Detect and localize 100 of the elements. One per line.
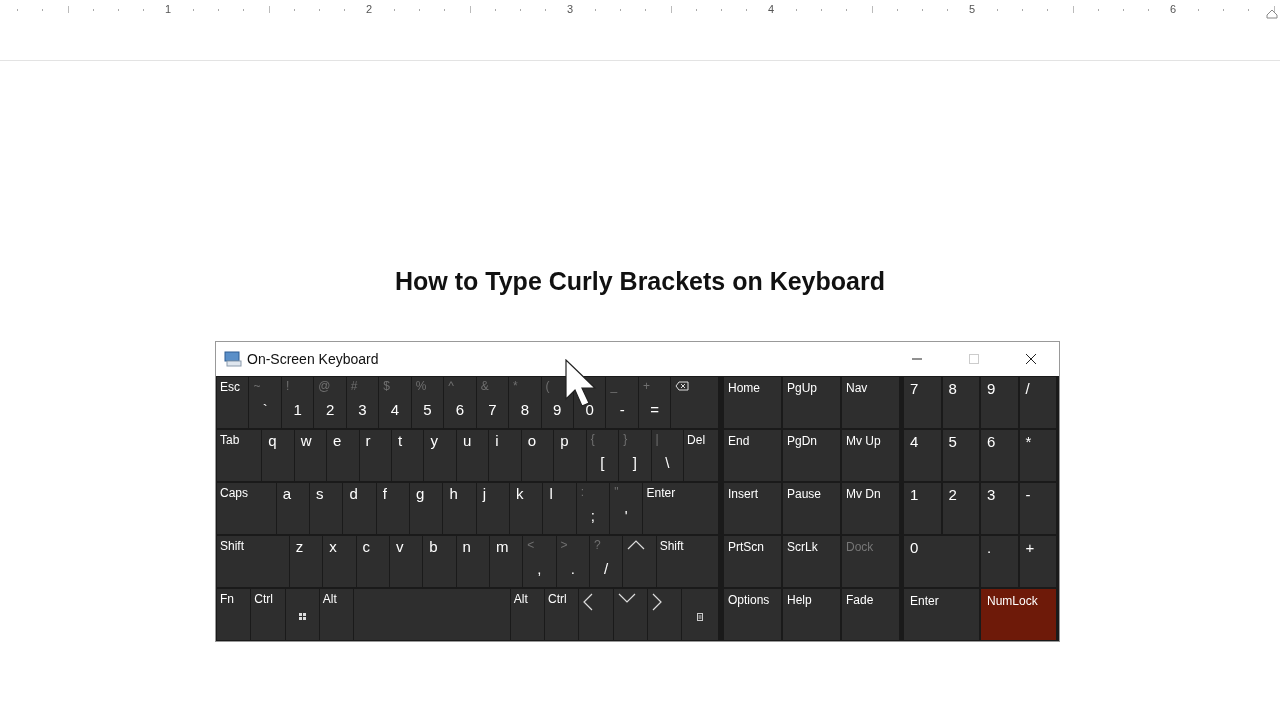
key[interactable]: } ] — [619, 430, 651, 481]
key[interactable]: Help — [783, 589, 840, 640]
key[interactable]: { [ — [586, 430, 619, 481]
key[interactable]: n — [456, 536, 489, 587]
key[interactable]: NumLock — [981, 589, 1056, 640]
key[interactable]: w — [294, 430, 327, 481]
key[interactable]: m — [489, 536, 523, 587]
key[interactable]: # 3 — [346, 377, 379, 428]
key[interactable]: 6 — [981, 430, 1018, 481]
key[interactable]: | \ — [651, 430, 684, 481]
key[interactable]: PgDn — [783, 430, 840, 481]
key[interactable]: " ' — [610, 483, 643, 534]
key[interactable]: / — [1019, 377, 1056, 428]
backspace-icon — [675, 381, 690, 391]
key[interactable]: + = — [638, 377, 671, 428]
key[interactable]: * — [1019, 430, 1056, 481]
key[interactable]: Enter — [643, 483, 718, 534]
key[interactable]: _ - — [606, 377, 638, 428]
ruler-tick — [469, 6, 471, 13]
key[interactable]: z — [289, 536, 323, 587]
key[interactable]: % 5 — [411, 377, 444, 428]
key[interactable]: PrtScn — [724, 536, 781, 587]
key[interactable]: x — [323, 536, 356, 587]
key[interactable]: Shift — [217, 536, 289, 587]
key[interactable]: Fade — [842, 589, 899, 640]
ruler-tick — [268, 6, 270, 13]
key[interactable]: 7 — [904, 377, 941, 428]
key[interactable]: 1 — [904, 483, 941, 534]
key[interactable]: Pause — [783, 483, 840, 534]
chevron-right-icon — [651, 593, 662, 611]
key[interactable]: k — [510, 483, 543, 534]
key[interactable]: r — [359, 430, 391, 481]
indent-marker-icon[interactable] — [1266, 9, 1278, 19]
key[interactable]: End — [724, 430, 781, 481]
key[interactable]: Ctrl — [545, 589, 579, 640]
key[interactable]: & 7 — [476, 377, 509, 428]
key[interactable]: b — [423, 536, 456, 587]
key[interactable]: s — [310, 483, 343, 534]
key[interactable]: ^ 6 — [444, 377, 476, 428]
key[interactable]: $ 4 — [379, 377, 411, 428]
key[interactable]: v — [389, 536, 423, 587]
key[interactable]: p — [554, 430, 586, 481]
key[interactable]: Ctrl — [251, 589, 285, 640]
key[interactable]: Insert — [724, 483, 781, 534]
key[interactable]: * 8 — [509, 377, 541, 428]
key[interactable]: e — [327, 430, 359, 481]
key[interactable]: u — [456, 430, 489, 481]
key[interactable]: j — [476, 483, 510, 534]
key[interactable]: ? / — [589, 536, 623, 587]
key[interactable]: Options — [724, 589, 781, 640]
key[interactable]: i — [489, 430, 521, 481]
key[interactable]: 2 — [942, 483, 979, 534]
ruler-tick — [871, 6, 873, 13]
key[interactable]: Tab — [217, 430, 262, 481]
key[interactable]: Mv Up — [842, 430, 899, 481]
key[interactable]: Nav — [842, 377, 899, 428]
key[interactable]: g — [410, 483, 443, 534]
key[interactable]: 0 — [904, 536, 979, 587]
key[interactable]: ! 1 — [281, 377, 314, 428]
key[interactable]: 5 — [942, 430, 979, 481]
key[interactable]: Esc — [217, 377, 249, 428]
key[interactable]: Home — [724, 377, 781, 428]
key[interactable]: Enter — [904, 589, 979, 640]
key[interactable]: Caps — [217, 483, 276, 534]
key[interactable]: c — [356, 536, 389, 587]
key[interactable]: Fn — [217, 589, 251, 640]
key[interactable]: 9 — [981, 377, 1018, 428]
key[interactable]: q — [262, 430, 294, 481]
key[interactable]: Del — [684, 430, 719, 481]
window-title: On-Screen Keyboard — [247, 351, 379, 367]
key[interactable]: : ; — [576, 483, 610, 534]
key[interactable]: Mv Dn — [842, 483, 899, 534]
heading: How to Type Curly Brackets on Keyboard — [394, 266, 886, 296]
key[interactable]: d — [343, 483, 376, 534]
key[interactable]: h — [443, 483, 476, 534]
key[interactable]: a — [276, 483, 310, 534]
close-icon — [1024, 353, 1037, 365]
key[interactable]: l — [543, 483, 576, 534]
key[interactable]: PgUp — [783, 377, 840, 428]
ruler-tick — [670, 6, 672, 13]
key[interactable]: @ 2 — [314, 377, 346, 428]
key[interactable]: Alt — [319, 589, 353, 640]
key[interactable]: 3 — [981, 483, 1018, 534]
key[interactable]: Alt — [510, 589, 545, 640]
key[interactable]: < , — [523, 536, 556, 587]
ruler-number: 6 — [1169, 3, 1177, 15]
key[interactable]: 4 — [904, 430, 941, 481]
key[interactable]: . — [981, 536, 1018, 587]
key[interactable]: Shift — [656, 536, 718, 587]
key[interactable]: ~ ` — [249, 377, 281, 428]
key[interactable]: 8 — [942, 377, 979, 428]
key[interactable]: - — [1019, 483, 1056, 534]
key[interactable]: o — [521, 430, 554, 481]
key[interactable]: + — [1019, 536, 1056, 587]
key[interactable]: ScrLk — [783, 536, 840, 587]
key[interactable]: y — [424, 430, 456, 481]
key[interactable]: > . — [556, 536, 589, 587]
key[interactable] — [285, 589, 319, 640]
key[interactable]: t — [392, 430, 424, 481]
key[interactable]: f — [376, 483, 410, 534]
